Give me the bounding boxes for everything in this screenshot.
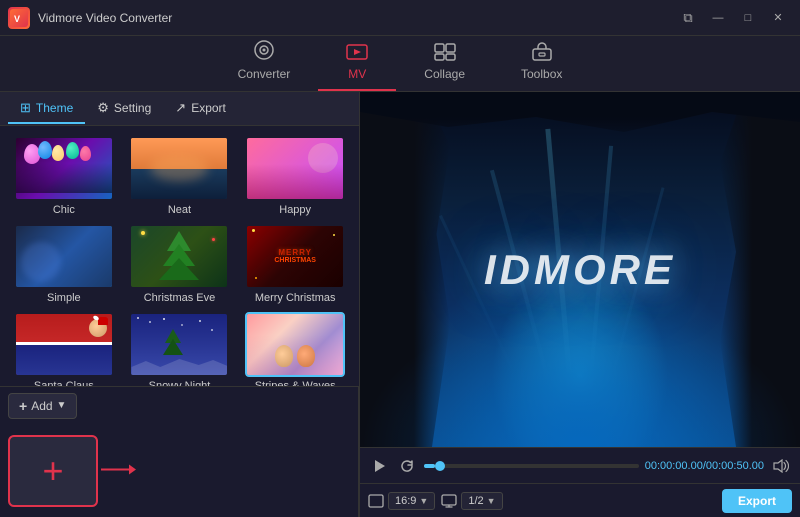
theme-simple[interactable]: Simple	[6, 220, 122, 308]
monitor-icon	[441, 494, 457, 508]
theme-santa-claus[interactable]: Santa Claus	[6, 308, 122, 386]
theme-grid: Chic Neat	[0, 126, 359, 386]
progress-fill	[424, 464, 435, 468]
bottom-controls: 16:9 ▼ 1/2 ▼ Export	[360, 483, 800, 517]
left-panel: ⊞ Theme ⚙ Setting ↗ Export	[0, 92, 360, 517]
page-value: 1/2	[468, 495, 483, 507]
volume-button[interactable]	[770, 455, 792, 477]
page-area: 1/2 ▼	[441, 492, 502, 510]
nav-toolbox-label: Toolbox	[521, 67, 562, 81]
nav-converter[interactable]: Converter	[210, 33, 319, 91]
tile-button[interactable]: ⧉	[674, 8, 702, 28]
app-title: Vidmore Video Converter	[38, 11, 674, 25]
theme-simple-label: Simple	[47, 292, 81, 304]
theme-snowy-night[interactable]: Snowy Night	[122, 308, 238, 386]
theme-chic-thumb	[14, 136, 114, 201]
theme-neat[interactable]: Neat	[122, 132, 238, 220]
controls-bar: 00:00:00.00/00:00:50.00	[360, 447, 800, 483]
theme-christmas-eve[interactable]: Christmas Eve	[122, 220, 238, 308]
theme-grid-scroll[interactable]: Chic Neat	[0, 126, 359, 386]
ratio-area: 16:9 ▼	[368, 492, 435, 510]
close-button[interactable]: ✕	[764, 8, 792, 28]
theme-simple-thumb	[14, 224, 114, 289]
nav-converter-label: Converter	[238, 67, 291, 81]
theme-chic[interactable]: Chic	[6, 132, 122, 220]
nav-collage-label: Collage	[424, 67, 465, 81]
tab-export[interactable]: ↗ Export	[163, 94, 238, 124]
page-dropdown-icon: ▼	[487, 496, 496, 506]
preview-background: IDMORE	[360, 92, 800, 447]
collage-icon	[434, 43, 456, 65]
export-button[interactable]: Export	[722, 489, 792, 513]
theme-neat-thumb	[129, 136, 229, 201]
theme-neat-label: Neat	[168, 204, 191, 216]
progress-dot[interactable]	[435, 461, 445, 471]
theme-stripes-waves-thumb	[245, 312, 345, 377]
theme-merry-christmas[interactable]: MERRY CHRISTMAS Merry Christmas	[237, 220, 353, 308]
drop-zone-plus-icon: +	[42, 453, 63, 489]
theme-chic-label: Chic	[53, 204, 75, 216]
nav-toolbox[interactable]: Toolbox	[493, 35, 590, 91]
theme-christmas-eve-label: Christmas Eve	[144, 292, 216, 304]
setting-tab-icon: ⚙	[97, 100, 109, 116]
add-media-button[interactable]: + Add ▼	[8, 393, 77, 419]
theme-stripes-waves[interactable]: Stripes & Waves	[237, 308, 353, 386]
theme-merry-christmas-thumb: MERRY CHRISTMAS	[245, 224, 345, 289]
drop-zone[interactable]: +	[8, 435, 98, 507]
maximize-button[interactable]: □	[734, 8, 762, 28]
nav-bar: Converter MV Collage	[0, 36, 800, 92]
window-controls: ⧉ — □ ✕	[674, 8, 792, 28]
play-button[interactable]	[368, 455, 390, 477]
ratio-selector[interactable]: 16:9 ▼	[388, 492, 435, 510]
tab-theme[interactable]: ⊞ Theme	[8, 94, 85, 124]
right-panel: IDMORE 00:00:00.00/00:00:50.00	[360, 92, 800, 517]
export-tab-icon: ↗	[175, 100, 186, 116]
title-bar: V Vidmore Video Converter ⧉ — □ ✕	[0, 0, 800, 36]
theme-christmas-eve-thumb	[129, 224, 229, 289]
replay-button[interactable]	[396, 455, 418, 477]
ratio-dropdown-icon: ▼	[419, 496, 428, 506]
nav-mv-label: MV	[348, 67, 366, 81]
theme-tab-icon: ⊞	[20, 100, 31, 116]
sub-nav: ⊞ Theme ⚙ Setting ↗ Export	[0, 92, 359, 126]
drop-zone-arrow	[101, 459, 136, 482]
svg-text:V: V	[14, 14, 20, 24]
add-label: Add	[31, 399, 52, 413]
app-logo: V	[8, 7, 30, 29]
mv-icon	[346, 43, 368, 65]
nav-mv[interactable]: MV	[318, 37, 396, 91]
nav-collage[interactable]: Collage	[396, 37, 493, 91]
setting-tab-label: Setting	[114, 101, 151, 115]
theme-tab-label: Theme	[36, 101, 73, 115]
add-dropdown-icon: ▼	[57, 400, 67, 411]
add-button-bar: + Add ▼	[0, 386, 359, 424]
theme-merry-christmas-label: Merry Christmas	[255, 292, 336, 304]
ratio-value: 16:9	[395, 495, 416, 507]
preview-title: IDMORE	[484, 246, 676, 294]
ratio-icon	[368, 494, 384, 508]
bottom-glow	[360, 305, 800, 447]
drop-zone-area: +	[0, 424, 359, 517]
minimize-button[interactable]: —	[704, 8, 732, 28]
add-icon: +	[19, 398, 27, 414]
page-selector[interactable]: 1/2 ▼	[461, 492, 502, 510]
theme-snowy-night-thumb	[129, 312, 229, 377]
converter-icon	[253, 39, 275, 65]
cave-visual: IDMORE	[360, 92, 800, 447]
time-display: 00:00:00.00/00:00:50.00	[645, 460, 764, 472]
theme-santa-claus-thumb	[14, 312, 114, 377]
theme-happy[interactable]: Happy	[237, 132, 353, 220]
theme-happy-label: Happy	[279, 204, 311, 216]
tab-setting[interactable]: ⚙ Setting	[85, 94, 163, 124]
progress-bar[interactable]	[424, 464, 639, 468]
theme-happy-thumb	[245, 136, 345, 201]
toolbox-icon	[531, 41, 553, 65]
main-content: ⊞ Theme ⚙ Setting ↗ Export	[0, 92, 800, 517]
export-tab-label: Export	[191, 101, 226, 115]
preview-area: IDMORE	[360, 92, 800, 447]
